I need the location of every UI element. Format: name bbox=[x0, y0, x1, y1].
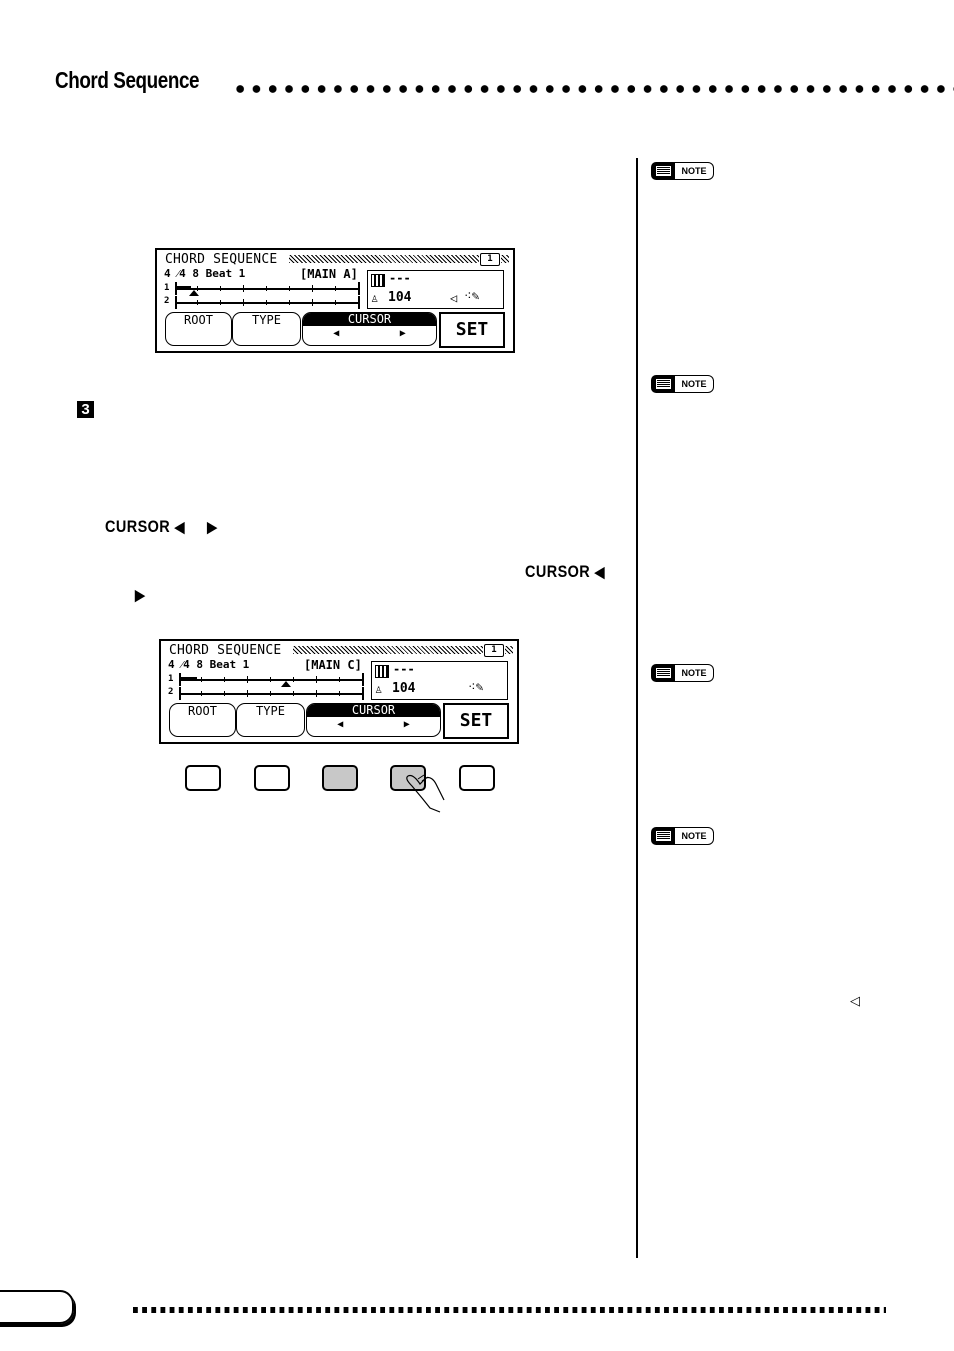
cursor-left-icon[interactable]: ◀ bbox=[337, 717, 343, 733]
cursor-button[interactable]: CURSOR ◀ ▶ bbox=[302, 312, 437, 346]
track-2-label: 2 bbox=[164, 296, 170, 306]
time-signature-style: 4 ⁄4 8 Beat 1 bbox=[168, 658, 250, 671]
cursor-button-label: CURSOR bbox=[307, 704, 440, 717]
note-icon bbox=[651, 375, 675, 393]
step-number-badge: 3 bbox=[77, 401, 94, 418]
panel-button-2[interactable] bbox=[254, 765, 290, 791]
cursor-marker bbox=[281, 681, 291, 687]
cursor-button-label: CURSOR bbox=[303, 313, 436, 326]
cursor-reference-2-right: ▶ bbox=[135, 585, 145, 605]
cursor-reference-1: CURSOR ◀ ▶ bbox=[105, 517, 217, 537]
page-indicator: 1 bbox=[484, 644, 504, 657]
root-button[interactable]: ROOT bbox=[169, 703, 236, 737]
root-button-label: ROOT bbox=[188, 704, 217, 718]
note-badge-4: NOTE bbox=[651, 827, 715, 845]
track-2-label: 2 bbox=[168, 687, 174, 697]
speaker-icon: ◁ bbox=[850, 993, 860, 1008]
section-indicator: [MAIN C] bbox=[304, 658, 362, 672]
cursor-reference-2: CURSOR ◀ bbox=[525, 562, 605, 582]
footer-dot-rule bbox=[133, 1307, 886, 1313]
cursor-right-icon[interactable]: ▶ bbox=[404, 717, 410, 733]
lcd-title-hatch bbox=[293, 646, 483, 654]
track-2-timeline bbox=[175, 296, 360, 309]
page-number-tab bbox=[0, 1290, 74, 1324]
right-arrow-icon: ▶ bbox=[135, 587, 146, 604]
status-box: --- ♙ 104 ◁ ⁖✎ bbox=[367, 270, 504, 309]
track-1-label: 1 bbox=[164, 283, 170, 293]
drum-icon: ⁖✎ bbox=[468, 680, 484, 695]
note-icon bbox=[651, 162, 675, 180]
speaker-icon: ◁ bbox=[450, 291, 458, 305]
lcd-screen-1: CHORD SEQUENCE 1 4 ⁄4 8 Beat 1 [MAIN A] … bbox=[155, 248, 515, 353]
lcd-title-hatch bbox=[289, 255, 479, 263]
cursor-ref-label: CURSOR bbox=[525, 562, 591, 581]
lcd-title-hatch-end bbox=[505, 646, 513, 654]
track-2-timeline bbox=[179, 687, 364, 700]
note-badge-2: NOTE bbox=[651, 375, 715, 393]
panel-button-5[interactable] bbox=[459, 765, 495, 791]
cursor-ref-label: CURSOR bbox=[105, 517, 171, 536]
left-arrow-icon: ◀ bbox=[174, 519, 185, 536]
track-1-timeline bbox=[179, 673, 364, 686]
cursor-right-icon[interactable]: ▶ bbox=[400, 326, 406, 342]
metronome-icon: ♙ bbox=[375, 682, 383, 696]
cursor-left-icon[interactable]: ◀ bbox=[333, 326, 339, 342]
set-button[interactable]: SET bbox=[439, 312, 505, 348]
root-button[interactable]: ROOT bbox=[165, 312, 232, 346]
left-arrow-icon: ◀ bbox=[594, 564, 605, 581]
panel-button-1[interactable] bbox=[185, 765, 221, 791]
track-1-label: 1 bbox=[168, 674, 174, 684]
tempo-value: 104 bbox=[392, 681, 416, 696]
note-label: NOTE bbox=[675, 375, 714, 393]
cursor-marker bbox=[189, 290, 199, 296]
keyboard-icon bbox=[371, 274, 385, 287]
lcd-title: CHORD SEQUENCE bbox=[165, 252, 278, 267]
right-arrow-icon: ▶ bbox=[207, 519, 218, 536]
note-label: NOTE bbox=[675, 162, 714, 180]
note-label: NOTE bbox=[675, 664, 714, 682]
tempo-value: 104 bbox=[388, 290, 412, 305]
metronome-icon: ♙ bbox=[371, 291, 379, 305]
lcd-screen-2: CHORD SEQUENCE 1 4 ⁄4 8 Beat 1 [MAIN C] … bbox=[159, 639, 519, 744]
track-1-timeline bbox=[175, 282, 360, 295]
panel-button-3[interactable] bbox=[322, 765, 358, 791]
track-1-fill bbox=[179, 677, 197, 680]
note-badge-3: NOTE bbox=[651, 664, 715, 682]
column-divider bbox=[636, 158, 638, 1258]
set-button[interactable]: SET bbox=[443, 703, 509, 739]
chord-name: --- bbox=[389, 271, 411, 285]
lcd-title-hatch-end bbox=[501, 255, 509, 263]
track-1-fill bbox=[175, 286, 191, 289]
lcd-title: CHORD SEQUENCE bbox=[169, 643, 282, 658]
pressing-finger-icon bbox=[406, 774, 445, 813]
drum-icon: ⁖✎ bbox=[464, 289, 480, 304]
type-button-label: TYPE bbox=[256, 704, 285, 718]
type-button[interactable]: TYPE bbox=[236, 703, 305, 737]
chord-name: --- bbox=[393, 662, 415, 676]
type-button[interactable]: TYPE bbox=[232, 312, 301, 346]
keyboard-icon bbox=[375, 665, 389, 678]
note-icon bbox=[651, 664, 675, 682]
root-button-label: ROOT bbox=[184, 313, 213, 327]
header-dot-rule bbox=[232, 84, 954, 94]
type-button-label: TYPE bbox=[252, 313, 281, 327]
note-icon bbox=[651, 827, 675, 845]
section-indicator: [MAIN A] bbox=[300, 267, 358, 281]
note-label: NOTE bbox=[675, 827, 714, 845]
cursor-button[interactable]: CURSOR ◀ ▶ bbox=[306, 703, 441, 737]
time-signature-style: 4 ⁄4 8 Beat 1 bbox=[164, 267, 246, 280]
status-box: --- ♙ 104 ⁖✎ bbox=[371, 661, 508, 700]
section-title: Chord Sequence bbox=[55, 67, 200, 93]
note-badge-1: NOTE bbox=[651, 162, 715, 180]
page-indicator: 1 bbox=[480, 253, 500, 266]
